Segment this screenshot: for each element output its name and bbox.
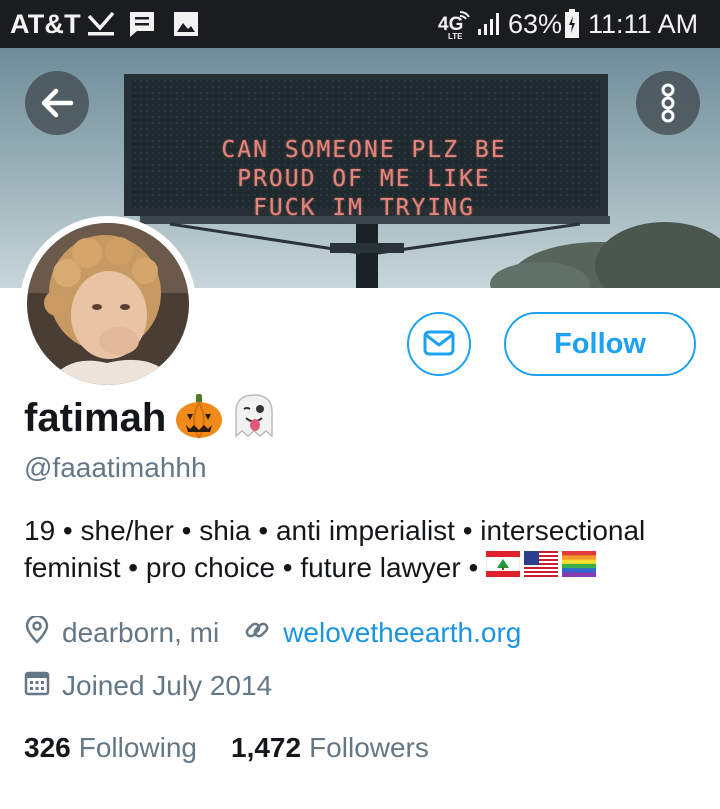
profile-bio: 19 • she/her • shia • anti imperialist •…	[24, 512, 700, 586]
pumpkin-emoji-icon	[174, 392, 224, 445]
calendar-icon	[24, 669, 50, 704]
joined-date: Joined July 2014	[62, 670, 273, 701]
profile-name-row: fatimah	[24, 392, 276, 445]
wifi-icon: 4G LTE	[438, 8, 472, 45]
status-bar: AT&T 4G LTE 63% 11:11 AM	[0, 0, 720, 48]
billboard-line-2: PROUD OF ME LIKE	[237, 166, 491, 192]
image-icon	[172, 10, 200, 43]
message-button[interactable]	[407, 312, 471, 376]
battery-icon	[564, 9, 580, 44]
avatar-image	[27, 223, 189, 385]
bio-line-2: feminist • pro choice • future lawyer •	[24, 552, 479, 583]
back-button[interactable]	[25, 71, 89, 135]
rainbow-flag-icon	[562, 549, 597, 586]
website-link[interactable]: welovetheearth.org	[283, 617, 521, 649]
profile-handle: @faaatimahhh	[24, 452, 207, 483]
billboard-text: CAN SOMEONE PLZ BE PROUD OF ME LIKE FUCK…	[136, 136, 592, 223]
following-count: 326	[24, 732, 71, 763]
lebanon-flag-icon	[485, 549, 521, 586]
location-pin-icon	[24, 614, 50, 651]
avatar[interactable]	[20, 216, 196, 392]
follow-stats: 326 Following 1,472 Followers	[24, 730, 429, 766]
more-options-button[interactable]	[636, 71, 700, 135]
followers-stat[interactable]: 1,472 Followers	[231, 732, 429, 764]
us-flag-icon	[524, 549, 559, 586]
carrier-label: AT&T	[10, 9, 81, 39]
followers-label: Followers	[309, 732, 429, 763]
following-stat[interactable]: 326 Following	[24, 732, 197, 764]
clock: 11:11 AM	[588, 9, 699, 39]
location-text: dearborn, mi	[62, 617, 220, 648]
profile-name: fatimah	[24, 395, 167, 440]
bio-line-1: 19 • she/her • shia • anti imperialist •…	[24, 515, 646, 546]
battery-percent: 63%	[508, 9, 563, 39]
signal-icon	[476, 12, 504, 41]
message-icon	[128, 10, 156, 43]
followers-count: 1,472	[231, 732, 302, 763]
more-options-icon	[661, 83, 675, 123]
check-download-icon	[86, 10, 116, 43]
following-label: Following	[78, 732, 197, 763]
bio-line-2-row: feminist • pro choice • future lawyer •	[24, 549, 700, 586]
network-sub-label: LTE	[448, 32, 463, 40]
ghost-emoji-icon	[232, 392, 276, 445]
billboard-line-1: CAN SOMEONE PLZ BE	[221, 137, 507, 163]
joined-row: Joined July 2014	[24, 669, 272, 703]
link-icon	[243, 616, 271, 651]
envelope-icon	[423, 330, 455, 356]
billboard-line-3: FUCK IM TRYING	[253, 195, 475, 221]
follow-button[interactable]: Follow	[504, 312, 696, 376]
location-website-row: dearborn, mi welovetheearth.org	[24, 614, 521, 651]
back-arrow-icon	[41, 88, 74, 118]
